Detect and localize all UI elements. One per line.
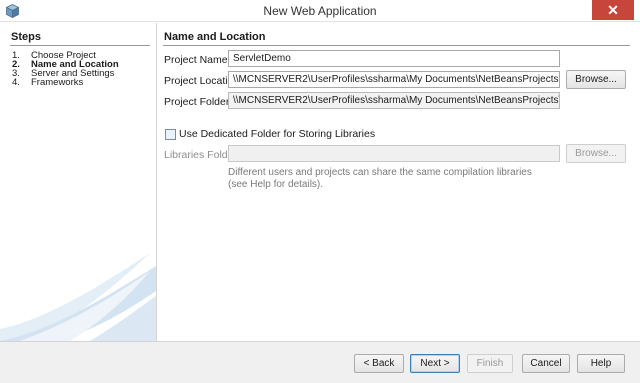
libraries-hint-text: Different users and projects can share t… (228, 167, 532, 190)
help-button[interactable]: Help (577, 354, 625, 373)
steps-panel: Steps 1. Choose Project 2. Name and Loca… (0, 23, 157, 341)
step-frameworks: 4. Frameworks (12, 77, 84, 88)
project-folder-label: Project Folder: (164, 96, 233, 108)
project-location-input[interactable]: \\MCNSERVER2\UserProfiles\ssharma\My Doc… (228, 71, 560, 88)
name-and-location-panel: Name and Location Project Name: ServletD… (158, 23, 640, 341)
decorative-swoosh-image (0, 253, 156, 341)
close-button[interactable]: ✕ (592, 0, 634, 20)
libraries-browse-button[interactable]: Browse... (566, 144, 626, 163)
steps-title: Steps (11, 31, 41, 43)
cancel-button[interactable]: Cancel (522, 354, 570, 373)
dedicated-folder-label[interactable]: Use Dedicated Folder for Storing Librari… (179, 128, 375, 140)
section-divider (163, 45, 630, 46)
button-bar: < Back Next > Finish Cancel Help (0, 341, 640, 383)
window-title: New Web Application (263, 4, 377, 18)
project-name-input[interactable]: ServletDemo (228, 50, 560, 67)
libraries-folder-input[interactable] (228, 145, 560, 162)
project-location-browse-button[interactable]: Browse... (566, 70, 626, 89)
finish-button[interactable]: Finish (467, 354, 513, 373)
project-name-label: Project Name: (164, 54, 231, 66)
title-bar: New Web Application ✕ (0, 0, 640, 22)
next-button[interactable]: Next > (410, 354, 460, 373)
back-button[interactable]: < Back (354, 354, 404, 373)
project-folder-field[interactable]: \\MCNSERVER2\UserProfiles\ssharma\My Doc… (228, 92, 560, 109)
steps-list: 1. Choose Project 2. Name and Location 3… (12, 51, 119, 88)
dedicated-folder-checkbox[interactable] (165, 129, 176, 140)
section-title: Name and Location (164, 31, 266, 43)
steps-divider (10, 45, 150, 46)
